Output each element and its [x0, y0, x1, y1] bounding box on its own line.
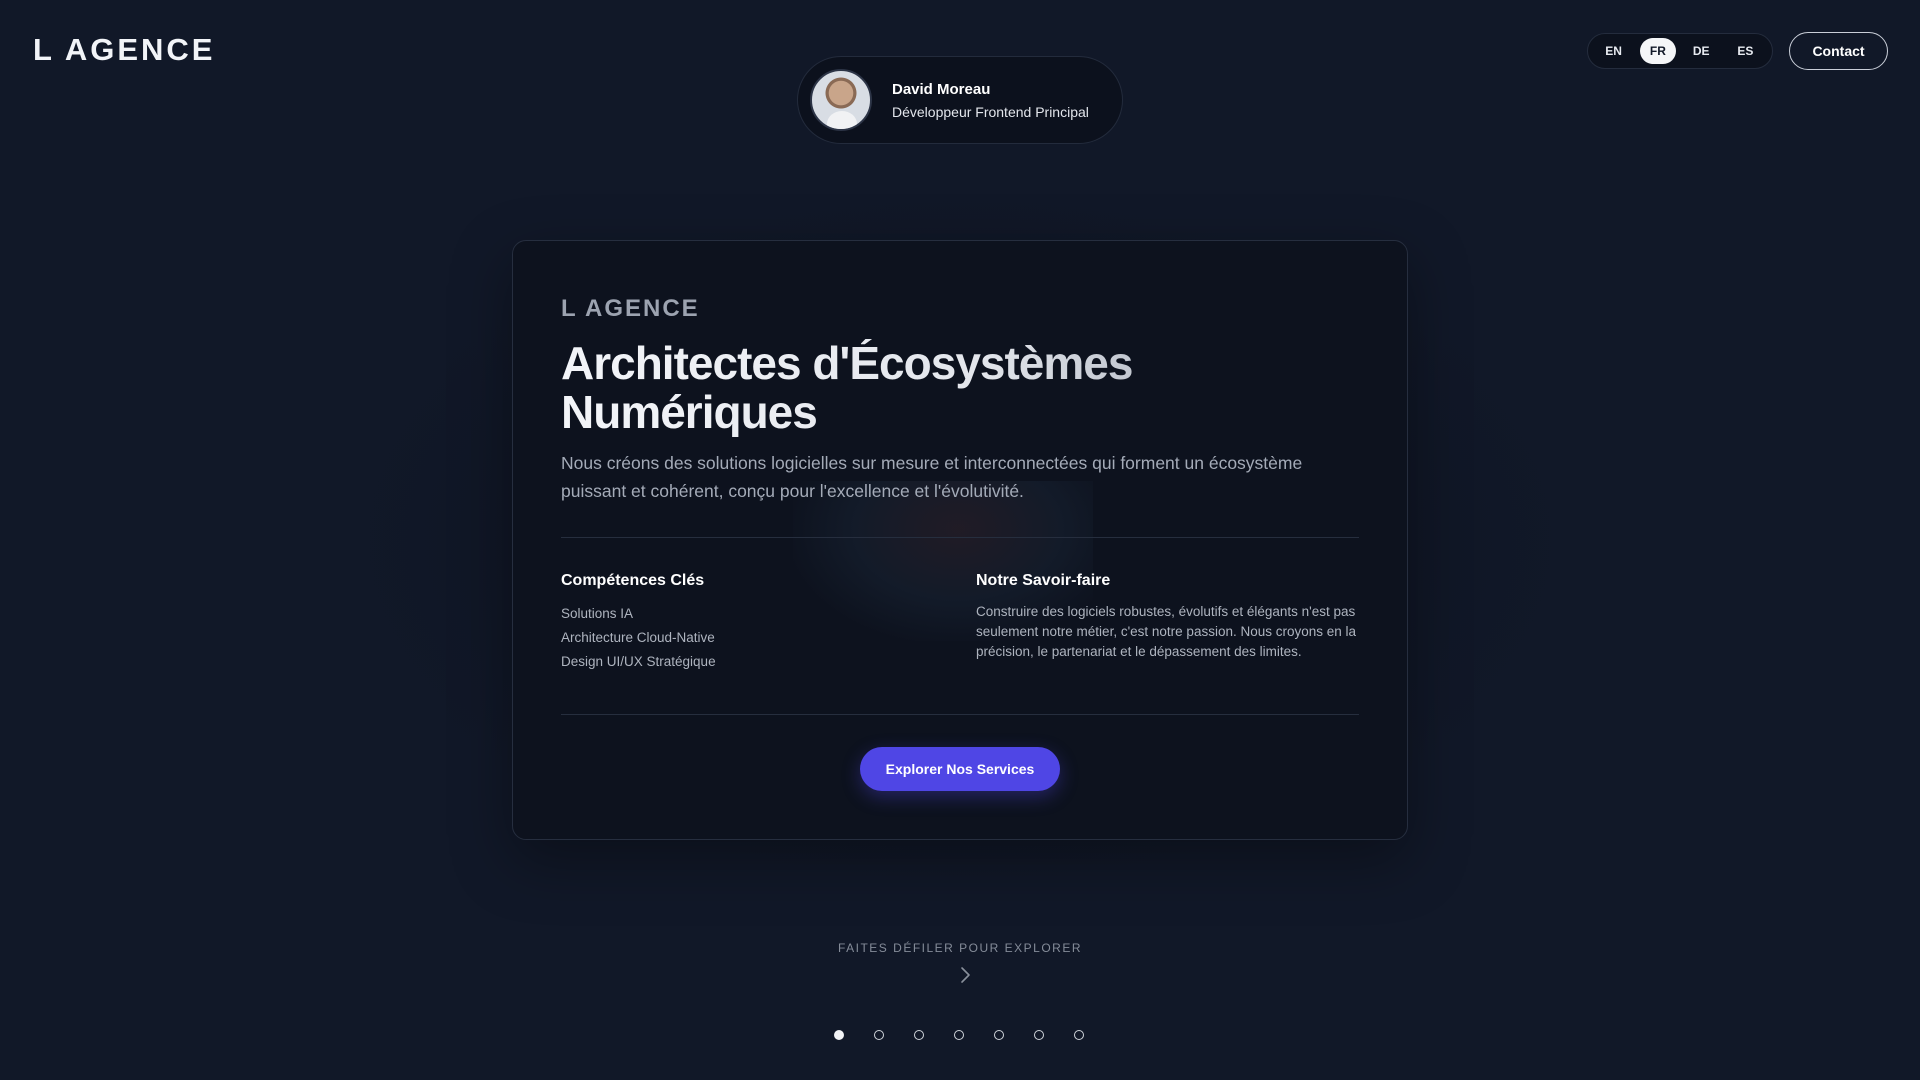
page: L AGENCE David Moreau Développeur Fronte…: [0, 0, 1920, 1080]
hero-title-line1: Architectes d'Écosystèmes: [561, 337, 1133, 389]
profile-name: David Moreau: [892, 80, 991, 98]
brand-logo[interactable]: L AGENCE: [33, 32, 215, 68]
profile-card[interactable]: David Moreau Développeur Frontend Princi…: [797, 56, 1123, 144]
pagination-dot-1[interactable]: [834, 1030, 844, 1040]
card-eyebrow: L AGENCE: [561, 295, 700, 322]
explore-services-button[interactable]: Explorer Nos Services: [860, 747, 1060, 791]
skill-item: Solutions IA: [561, 606, 634, 621]
avatar: [810, 69, 872, 131]
profile-text: David Moreau Développeur Frontend Princi…: [892, 81, 1089, 120]
scroll-hint: FAITES DÉFILER POUR EXPLORER: [837, 941, 1083, 955]
pagination-dot-4[interactable]: [954, 1030, 964, 1040]
skills-title: Compétences Clés: [561, 572, 705, 589]
hero-title: Architectes d'Écosystèmes Numériques: [561, 339, 1321, 437]
savoir-faire-title: Notre Savoir-faire: [976, 572, 1111, 589]
pagination-dot-7[interactable]: [1074, 1030, 1084, 1040]
hero-card: L AGENCE Architectes d'Écosystèmes Numér…: [512, 240, 1408, 840]
lang-button-en[interactable]: EN: [1592, 38, 1635, 64]
divider-bottom: [561, 714, 1359, 715]
contact-button[interactable]: Contact: [1789, 32, 1888, 70]
pagination-dot-2[interactable]: [874, 1030, 884, 1040]
skill-item: Design UI/UX Stratégique: [561, 654, 716, 669]
language-switcher: EN FR DE ES: [1587, 33, 1773, 69]
pagination-dot-5[interactable]: [994, 1030, 1004, 1040]
pagination-dot-3[interactable]: [914, 1030, 924, 1040]
profile-role: Développeur Frontend Principal: [892, 103, 1089, 120]
hero-title-line2: Numériques: [561, 386, 817, 438]
skills-list: Solutions IA Architecture Cloud-Native D…: [561, 602, 716, 674]
lang-button-de[interactable]: DE: [1680, 38, 1723, 64]
skill-item: Architecture Cloud-Native: [561, 630, 715, 645]
pagination-dot-6[interactable]: [1034, 1030, 1044, 1040]
chevron-right-icon[interactable]: [955, 965, 975, 985]
pagination-dots: [834, 1030, 1084, 1040]
hero-description: Nous créons des solutions logicielles su…: [561, 453, 1303, 501]
lang-button-es[interactable]: ES: [1724, 38, 1767, 64]
savoir-faire-text: Construire des logiciels robustes, évolu…: [976, 604, 1357, 659]
divider-top: [561, 537, 1359, 538]
lang-button-fr[interactable]: FR: [1640, 38, 1676, 64]
